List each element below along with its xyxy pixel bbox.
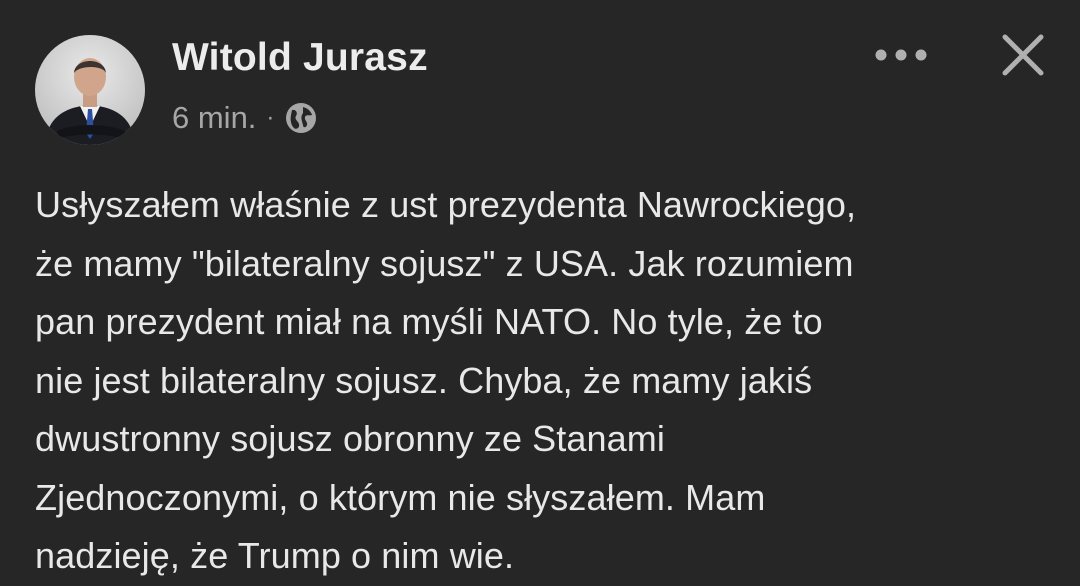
more-options-button[interactable] xyxy=(868,30,934,80)
avatar-photo-icon xyxy=(35,35,145,145)
post-meta: 6 min. · xyxy=(172,98,318,138)
post-timestamp[interactable]: 6 min. xyxy=(172,100,256,136)
post-text-line: nadzieję, że Trump o nim wie. xyxy=(35,535,515,576)
author-name[interactable]: Witold Jurasz xyxy=(172,36,428,80)
meta-separator: · xyxy=(266,104,275,131)
author-avatar[interactable] xyxy=(35,35,145,145)
post-text-line: że mamy "bilateralny sojusz" z USA. Jak … xyxy=(35,242,854,284)
post-text-line: Usłyszałem właśnie z ust prezydenta Nawr… xyxy=(35,184,857,225)
post-body: Usłyszałem właśnie z ust prezydenta Nawr… xyxy=(35,176,1055,586)
post-text-line: dwustronny sojusz obronny ze Stanami xyxy=(35,418,665,459)
post-text-line: nie jest bilateralny sojusz. Chyba, że m… xyxy=(35,359,813,401)
post-text-line: pan prezydent miał na myśli NATO. No tyl… xyxy=(35,301,823,342)
post-card: Witold Jurasz 6 min. · Usłyszałem właśni… xyxy=(0,0,1080,584)
globe-icon[interactable] xyxy=(284,101,318,135)
close-icon xyxy=(1002,34,1044,76)
more-options-icon xyxy=(875,49,927,61)
post-text-line: Zjednoczonymi, o którym nie słyszałem. M… xyxy=(35,476,766,518)
close-button[interactable] xyxy=(994,26,1052,84)
